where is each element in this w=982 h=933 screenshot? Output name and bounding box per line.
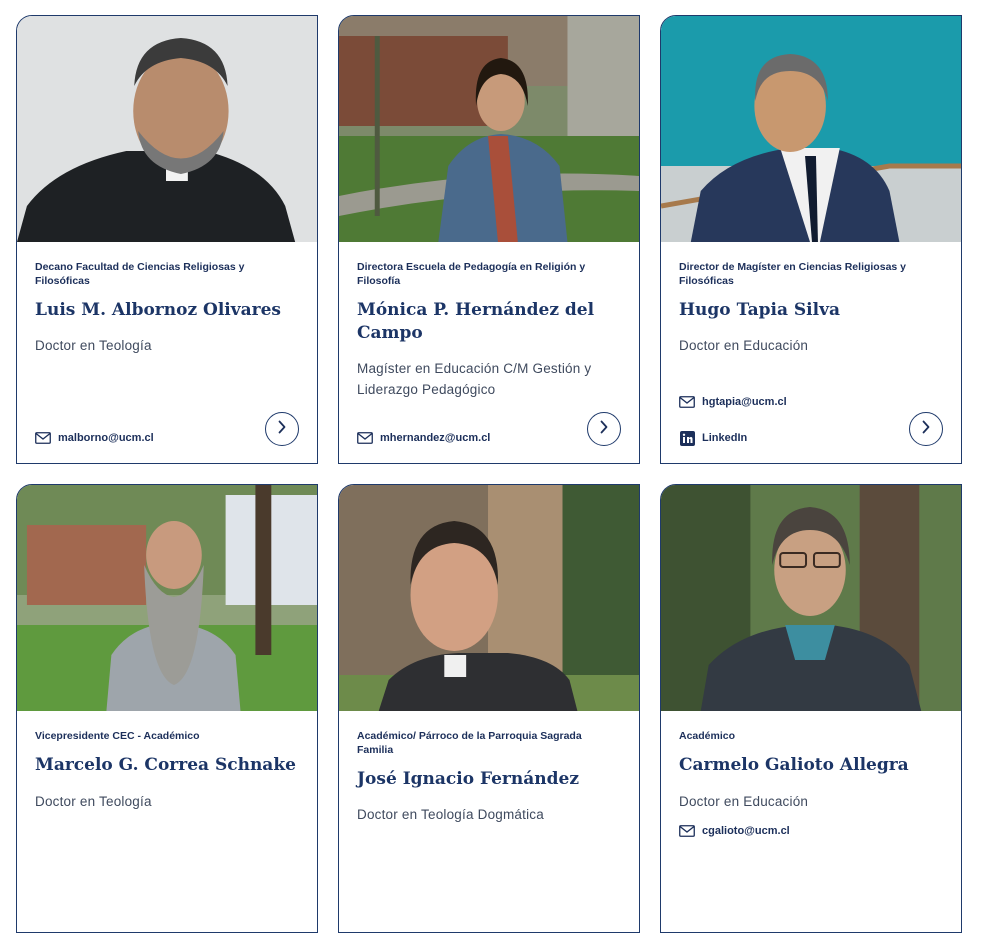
faculty-photo	[17, 485, 317, 711]
mail-icon	[679, 395, 695, 409]
faculty-role: Director de Magíster en Ciencias Religio…	[679, 261, 907, 287]
faculty-name[interactable]: José Ignacio Fernández	[357, 768, 627, 791]
faculty-degree: Doctor en Teología	[35, 794, 152, 809]
email-text: mhernandez@ucm.cl	[380, 432, 491, 444]
faculty-name[interactable]: Marcelo G. Correa Schnake	[35, 754, 305, 777]
linkedin-text: LinkedIn	[702, 432, 748, 444]
faculty-role: Decano Facultad de Ciencias Religiosas y…	[35, 261, 245, 287]
faculty-name[interactable]: Hugo Tapia Silva	[679, 299, 949, 322]
profile-arrow-button[interactable]	[909, 412, 943, 446]
faculty-photo	[339, 485, 639, 711]
linkedin-icon	[679, 430, 695, 446]
faculty-card[interactable]: Decano Facultad de Ciencias Religiosas y…	[16, 15, 318, 464]
linkedin-link[interactable]: LinkedIn	[679, 430, 747, 446]
email-text: hgtapia@ucm.cl	[702, 396, 787, 408]
faculty-photo	[661, 485, 961, 711]
email-text: cgalioto@ucm.cl	[702, 825, 790, 837]
email-link[interactable]: hgtapia@ucm.cl	[679, 394, 787, 410]
faculty-card[interactable]: Académico Carmelo Galioto Allegra Doctor…	[660, 484, 962, 933]
faculty-card[interactable]: Director de Magíster en Ciencias Religio…	[660, 15, 962, 464]
profile-arrow-button[interactable]	[587, 412, 621, 446]
mail-icon	[679, 824, 695, 838]
faculty-card[interactable]: Académico/ Párroco de la Parroquia Sagra…	[338, 484, 640, 933]
mail-icon	[357, 431, 373, 445]
faculty-name[interactable]: Luis M. Albornoz Olivares	[35, 299, 305, 322]
faculty-name[interactable]: Carmelo Galioto Allegra	[679, 754, 949, 777]
faculty-name[interactable]: Mónica P. Hernández del Campo	[357, 299, 627, 345]
faculty-role: Académico/ Párroco de la Parroquia Sagra…	[357, 730, 582, 756]
faculty-degree: Doctor en Educación	[679, 338, 809, 353]
faculty-role: Directora Escuela de Pedagogía en Religi…	[357, 261, 586, 287]
email-link[interactable]: mhernandez@ucm.cl	[357, 430, 490, 446]
mail-icon	[35, 431, 51, 445]
profile-arrow-button[interactable]	[265, 412, 299, 446]
faculty-photo	[17, 16, 317, 242]
chevron-right-icon	[599, 420, 609, 439]
faculty-photo	[339, 16, 639, 242]
faculty-degree: Doctor en Teología	[35, 338, 152, 353]
faculty-degree: Magíster en Educación C/M Gestión y Lide…	[357, 361, 592, 397]
faculty-role: Vicepresidente CEC - Académico	[35, 730, 200, 742]
faculty-degree: Doctor en Teología Dogmática	[357, 807, 544, 822]
chevron-right-icon	[277, 420, 287, 439]
faculty-card[interactable]: Directora Escuela de Pedagogía en Religi…	[338, 15, 640, 464]
chevron-right-icon	[921, 420, 931, 439]
faculty-photo	[661, 16, 961, 242]
faculty-degree: Doctor en Educación	[679, 794, 809, 809]
faculty-card[interactable]: Vicepresidente CEC - Académico Marcelo G…	[16, 484, 318, 933]
faculty-role: Académico	[679, 730, 736, 742]
email-link[interactable]: malborno@ucm.cl	[35, 430, 154, 446]
email-text: malborno@ucm.cl	[58, 432, 154, 444]
email-link[interactable]: cgalioto@ucm.cl	[679, 823, 790, 839]
